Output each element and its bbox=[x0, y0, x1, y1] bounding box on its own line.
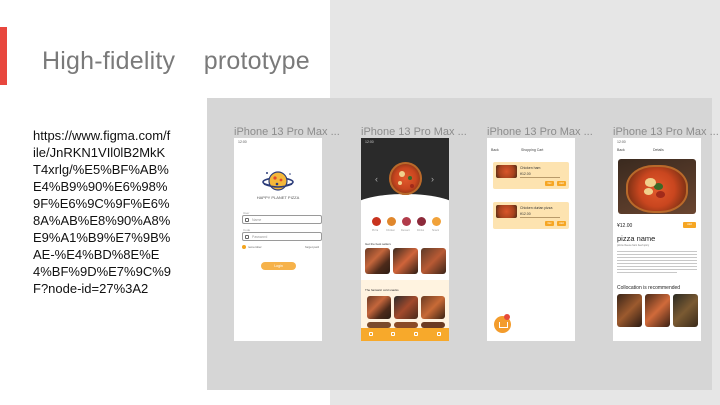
cart-item-name: Chicken durian pizza bbox=[520, 206, 553, 210]
category-pizza-icon[interactable] bbox=[372, 217, 381, 226]
title-accent-bar bbox=[0, 27, 7, 85]
remember-label: remember bbox=[248, 245, 262, 249]
category-snack-icon[interactable] bbox=[432, 217, 441, 226]
description-line bbox=[617, 263, 697, 264]
description-line bbox=[617, 254, 697, 255]
phone-label-4: iPhone 13 Pro Max ... bbox=[613, 126, 719, 138]
cart-item-desc-line bbox=[520, 177, 560, 178]
slide: High-fidelity prototype https://www.figm… bbox=[0, 0, 720, 405]
cart-badge bbox=[504, 314, 510, 320]
pizza-planet-logo-icon bbox=[262, 171, 294, 191]
snack-item[interactable] bbox=[394, 296, 418, 319]
decrease-button[interactable]: Del bbox=[545, 221, 554, 226]
login-button[interactable]: Login bbox=[261, 262, 296, 270]
decrease-button[interactable]: Del bbox=[545, 181, 554, 186]
description-line bbox=[617, 269, 697, 270]
phone-detail-screen: 12:00 Back Details ¥12.00 Add pizza name… bbox=[613, 138, 701, 341]
remember-checkbox[interactable] bbox=[242, 245, 246, 249]
back-button[interactable]: Back bbox=[617, 148, 625, 152]
category-label: Chicken bbox=[386, 229, 396, 232]
password-placeholder: Password bbox=[252, 235, 268, 239]
carousel-next-icon[interactable]: › bbox=[431, 174, 434, 184]
password-field[interactable]: Password bbox=[242, 232, 322, 241]
home-icon[interactable] bbox=[369, 332, 373, 336]
description-line bbox=[617, 272, 677, 273]
recommended-item[interactable] bbox=[673, 294, 698, 327]
username-placeholder: Name bbox=[252, 218, 262, 222]
category-chicken-icon[interactable] bbox=[387, 217, 396, 226]
cart-item: Chicken ham ¥12.00 Del Add bbox=[493, 162, 569, 189]
product-image bbox=[618, 159, 696, 214]
status-bar-time: 12:00 bbox=[617, 140, 626, 144]
status-bar-time: 12:00 bbox=[365, 140, 374, 144]
cart-icon[interactable] bbox=[414, 332, 418, 336]
best-seller-item[interactable] bbox=[365, 248, 390, 274]
status-bar-time: 12:00 bbox=[238, 140, 247, 144]
description-line bbox=[617, 260, 697, 261]
category-drinks-icon[interactable] bbox=[417, 217, 426, 226]
phone-label-1: iPhone 13 Pro Max ... bbox=[234, 126, 340, 138]
increase-button[interactable]: Add bbox=[557, 221, 566, 226]
best-seller-item[interactable] bbox=[393, 248, 418, 274]
product-name: pizza name bbox=[617, 234, 656, 243]
page-title: Details bbox=[653, 148, 664, 152]
figma-link[interactable]: https://www.figma.com/file/JnRKN1VIl0lB2… bbox=[33, 127, 173, 297]
description-line bbox=[617, 251, 697, 252]
lock-icon bbox=[245, 235, 249, 239]
featured-pizza-image[interactable] bbox=[389, 162, 422, 195]
pizza-photo bbox=[626, 165, 688, 213]
cart-item-desc-line bbox=[520, 217, 560, 218]
username-field[interactable]: Name bbox=[242, 215, 322, 224]
recommended-item[interactable] bbox=[617, 294, 642, 327]
best-sellers-heading: Get the best sellers bbox=[365, 242, 391, 246]
recommended-item[interactable] bbox=[645, 294, 670, 327]
app-name: HAPPY PLANET PIZZA bbox=[256, 195, 300, 200]
phone-cart-screen: Back Shopping Cart Chicken ham ¥12.00 De… bbox=[487, 138, 575, 341]
carousel-prev-icon[interactable]: ‹ bbox=[375, 174, 378, 184]
slide-title: High-fidelity prototype bbox=[42, 47, 310, 75]
phone-home-screen: 12:00 ‹ › Pizza Chicken Dessert Drinks S… bbox=[361, 138, 449, 341]
product-tags: pizza cheese ham beef spicy bbox=[617, 244, 650, 247]
cart-item-name: Chicken ham bbox=[520, 166, 541, 170]
snack-item[interactable] bbox=[421, 296, 445, 319]
page-title: Shopping Cart bbox=[521, 148, 544, 152]
profile-icon[interactable] bbox=[437, 332, 441, 336]
cart-item-price: ¥12.00 bbox=[520, 172, 531, 176]
recommend-heading: Collocation is recommended bbox=[617, 285, 681, 291]
best-seller-item[interactable] bbox=[421, 248, 446, 274]
snack-item[interactable] bbox=[367, 296, 391, 319]
cart-item-price: ¥12.00 bbox=[520, 212, 531, 216]
category-label: Drinks bbox=[417, 229, 425, 232]
cart-item-image bbox=[496, 205, 517, 218]
product-price: ¥12.00 bbox=[617, 223, 633, 229]
cold-snacks-heading: The fantastic cold snacks bbox=[365, 288, 399, 292]
phone-label-2: iPhone 13 Pro Max ... bbox=[361, 126, 467, 138]
bottom-nav-bar bbox=[361, 328, 449, 341]
description-line bbox=[617, 257, 697, 258]
cart-item-image bbox=[496, 165, 517, 178]
back-button[interactable]: Back bbox=[491, 148, 499, 152]
forgot-password-link[interactable]: forget pwd bbox=[305, 245, 319, 249]
user-icon bbox=[245, 218, 249, 222]
category-label: Snack bbox=[432, 229, 439, 232]
description-line bbox=[617, 266, 697, 267]
category-dessert-icon[interactable] bbox=[402, 217, 411, 226]
menu-icon[interactable] bbox=[391, 332, 395, 336]
increase-button[interactable]: Add bbox=[557, 181, 566, 186]
category-label: Pizza bbox=[372, 229, 379, 232]
add-button[interactable]: Add bbox=[683, 222, 696, 228]
phone-login-screen: 12:00 HAPPY PLANET PIZZA User Name Code … bbox=[234, 138, 322, 341]
category-label: Dessert bbox=[401, 229, 410, 232]
phone-label-3: iPhone 13 Pro Max ... bbox=[487, 126, 593, 138]
cart-item: Chicken durian pizza ¥12.00 Del Add bbox=[493, 202, 569, 229]
